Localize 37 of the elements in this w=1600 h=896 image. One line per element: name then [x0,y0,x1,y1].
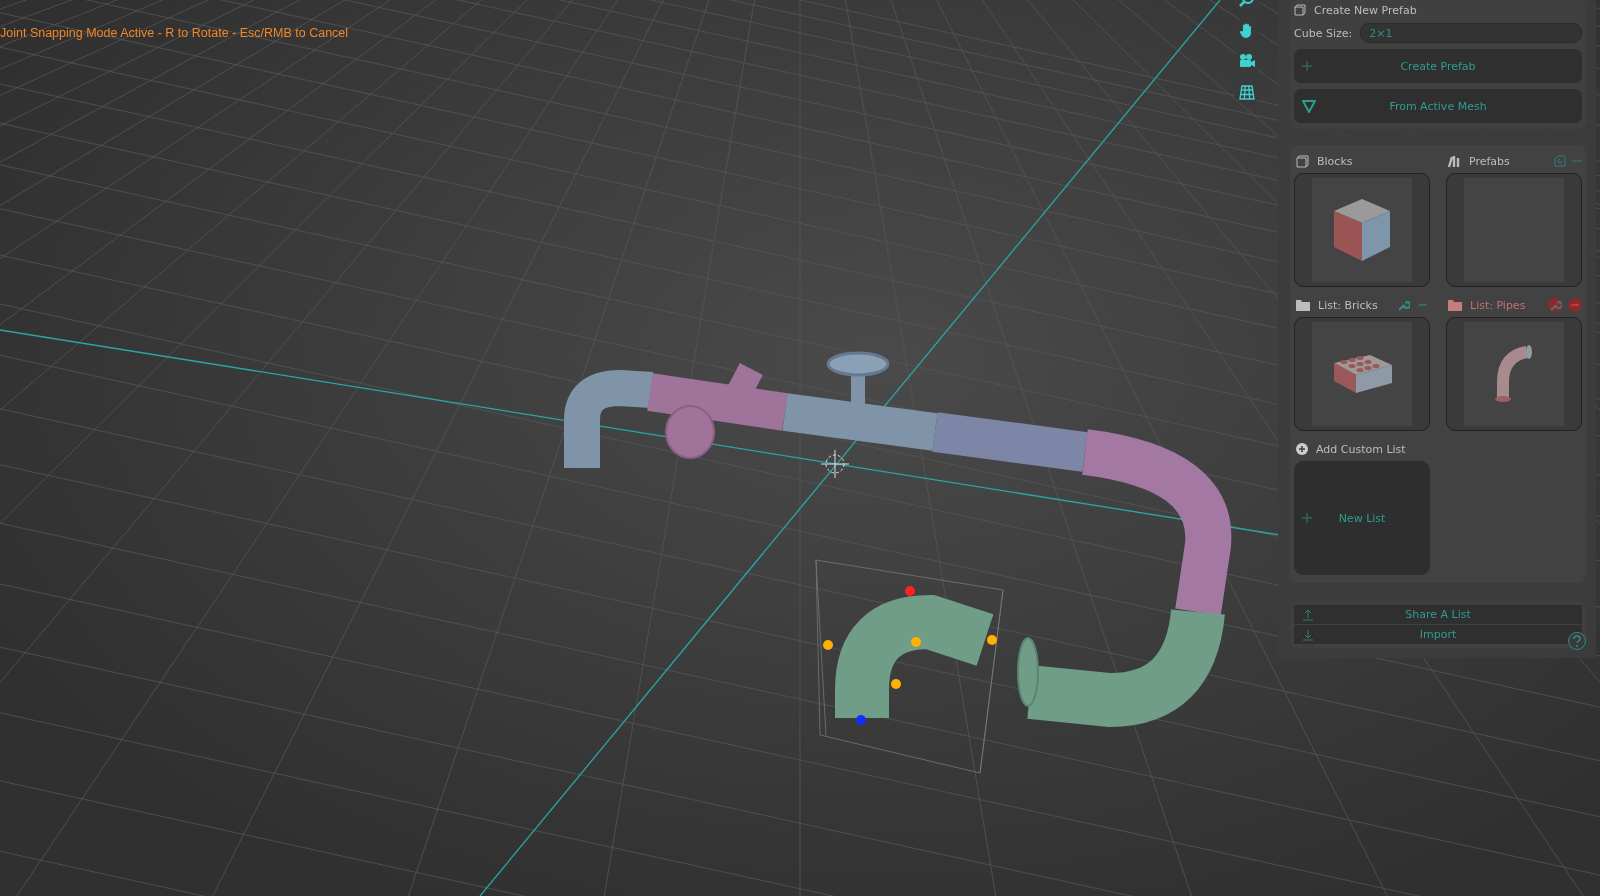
add-circle-icon [1296,443,1308,455]
library-tile[interactable] [1294,173,1430,287]
section-title: Create New Prefab [1314,3,1417,17]
refresh-icon[interactable] [1554,155,1566,167]
library-tile[interactable] [1446,173,1582,287]
add-list-title: Add Custom List [1316,442,1406,456]
list-title: List: Bricks [1318,298,1378,312]
panel-button[interactable]: Create Prefab [1294,49,1582,83]
cube-size-dropdown[interactable]: 2×1 [1360,23,1582,43]
upload-icon [1302,608,1314,621]
crosshair-icon [820,449,850,479]
new-list-button[interactable]: New List [1294,461,1430,575]
list-tile[interactable] [1446,317,1582,431]
grid-icon [1239,84,1255,100]
status-message: Joint Snapping Mode Active - R to Rotate - Esc/RMB to Cancel [0,26,350,40]
minus-icon[interactable] [1568,298,1582,312]
plus-icon [1302,61,1312,71]
share-button[interactable]: Import [1294,625,1582,644]
library-title: Blocks [1317,154,1353,168]
cube-outline-icon [1296,154,1309,168]
folder-icon [1448,299,1462,311]
folder-icon [1296,299,1310,311]
cube-outline-icon [1294,4,1306,16]
wrench-icon[interactable] [1548,298,1562,312]
list-title: List: Pipes [1470,298,1526,312]
share-button[interactable]: Share A List [1294,605,1582,624]
cube-preview-icon [1332,197,1392,263]
panel-button[interactable]: From Active Mesh [1294,89,1582,123]
camera-icon [1238,53,1256,69]
triangle-icon [1302,99,1316,113]
plus-icon [1302,513,1312,523]
wrench-icon[interactable] [1396,298,1410,312]
field-label: Cube Size: [1294,26,1353,40]
library-title: Prefabs [1469,154,1510,168]
list-tile[interactable] [1294,317,1430,431]
books-icon [1448,154,1461,168]
download-icon [1302,628,1314,641]
